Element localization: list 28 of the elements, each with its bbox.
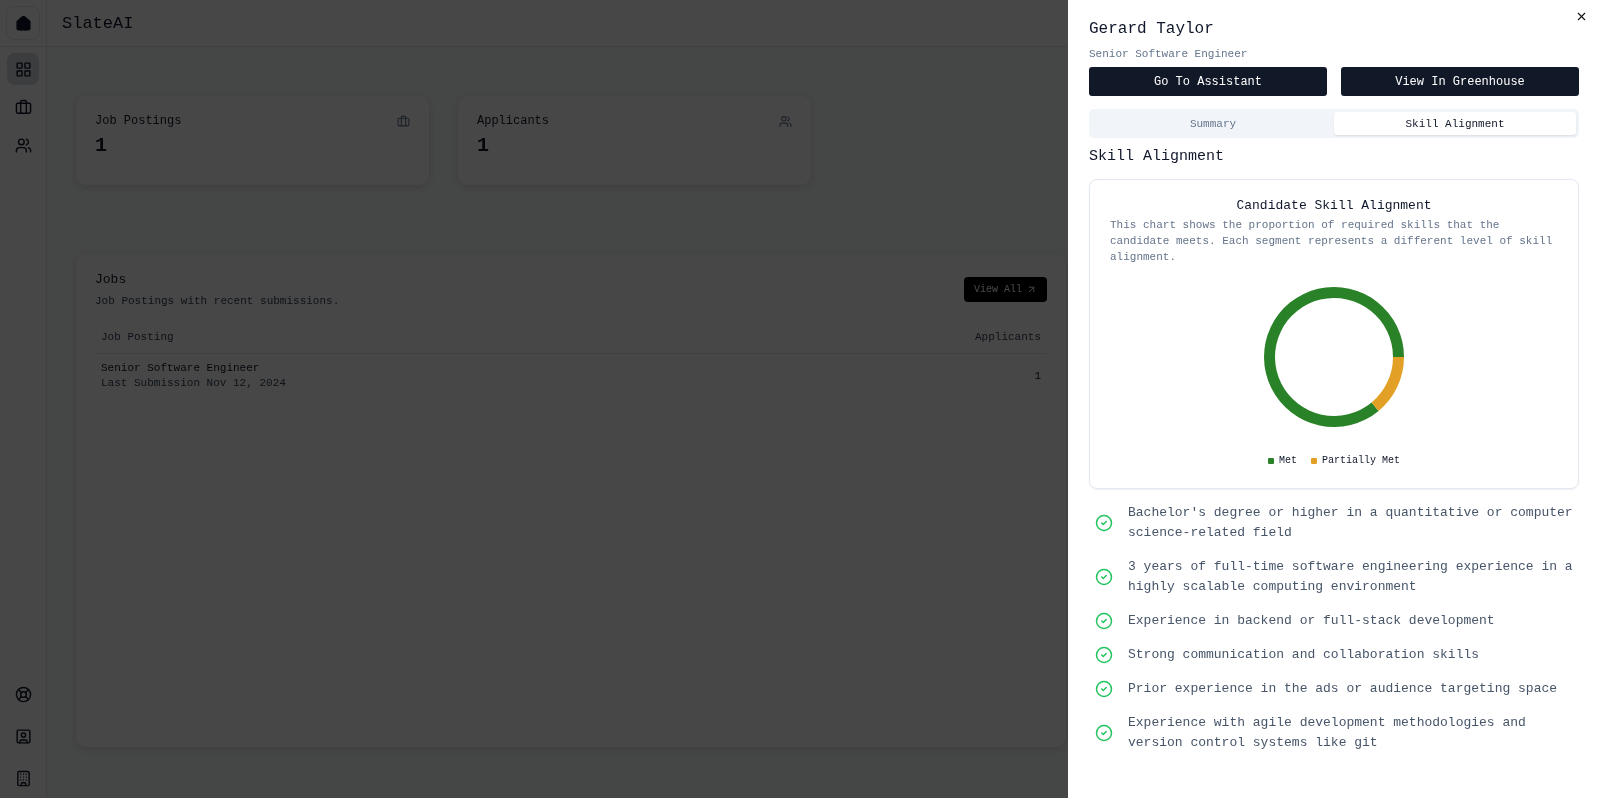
- candidate-role: Senior Software Engineer: [1089, 48, 1249, 60]
- skill-requirement: Bachelor's degree or higher in a quantitative or computer science-related field: [1128, 504, 1574, 542]
- action-button[interactable]: Go To Assistant: [1089, 67, 1327, 96]
- legend-swatch: [1268, 457, 1274, 464]
- action-button[interactable]: View In Greenhouse: [1341, 67, 1579, 96]
- tab[interactable]: Summary: [1092, 112, 1334, 135]
- legend-label: Partially Met: [1322, 455, 1400, 466]
- legend-swatch: [1311, 457, 1317, 464]
- skill-requirement: Strong communication and collaboration skills: [1128, 646, 1480, 664]
- close-icon[interactable]: [1575, 10, 1588, 23]
- skill-requirement: Prior experience in the ads or audience targeting space: [1128, 680, 1558, 698]
- candidate-name: Gerard Taylor: [1089, 20, 1215, 38]
- chart-title: Candidate Skill Alignment: [1236, 198, 1432, 213]
- tab[interactable]: Skill Alignment: [1334, 112, 1576, 135]
- jobs-title: Jobs: [95, 272, 128, 287]
- app-title: SlateAI: [62, 13, 134, 33]
- stat-label: Job Postings: [95, 114, 182, 128]
- stat-value: 1: [95, 134, 108, 157]
- applicant-count: 1: [1034, 369, 1041, 382]
- stat-value: 1: [477, 134, 490, 157]
- stat-label: Applicants: [477, 114, 549, 128]
- skill-requirement: Experience in backend or full-stack development: [1128, 612, 1495, 630]
- chart-description: This chart shows the proportion of required skills that the candidate meets. Each segment represents a different level of skill alignment.: [1110, 218, 1554, 265]
- skill-requirement: 3 years of full-time software engineering experience in a highly scalable computing environment: [1128, 558, 1574, 596]
- legend-label: Met: [1279, 455, 1297, 466]
- skill-requirement: Experience with agile development methodologies and version control systems like git: [1128, 714, 1527, 752]
- column-header: Applicants: [975, 331, 1041, 343]
- section-title: Skill Alignment: [1089, 148, 1226, 165]
